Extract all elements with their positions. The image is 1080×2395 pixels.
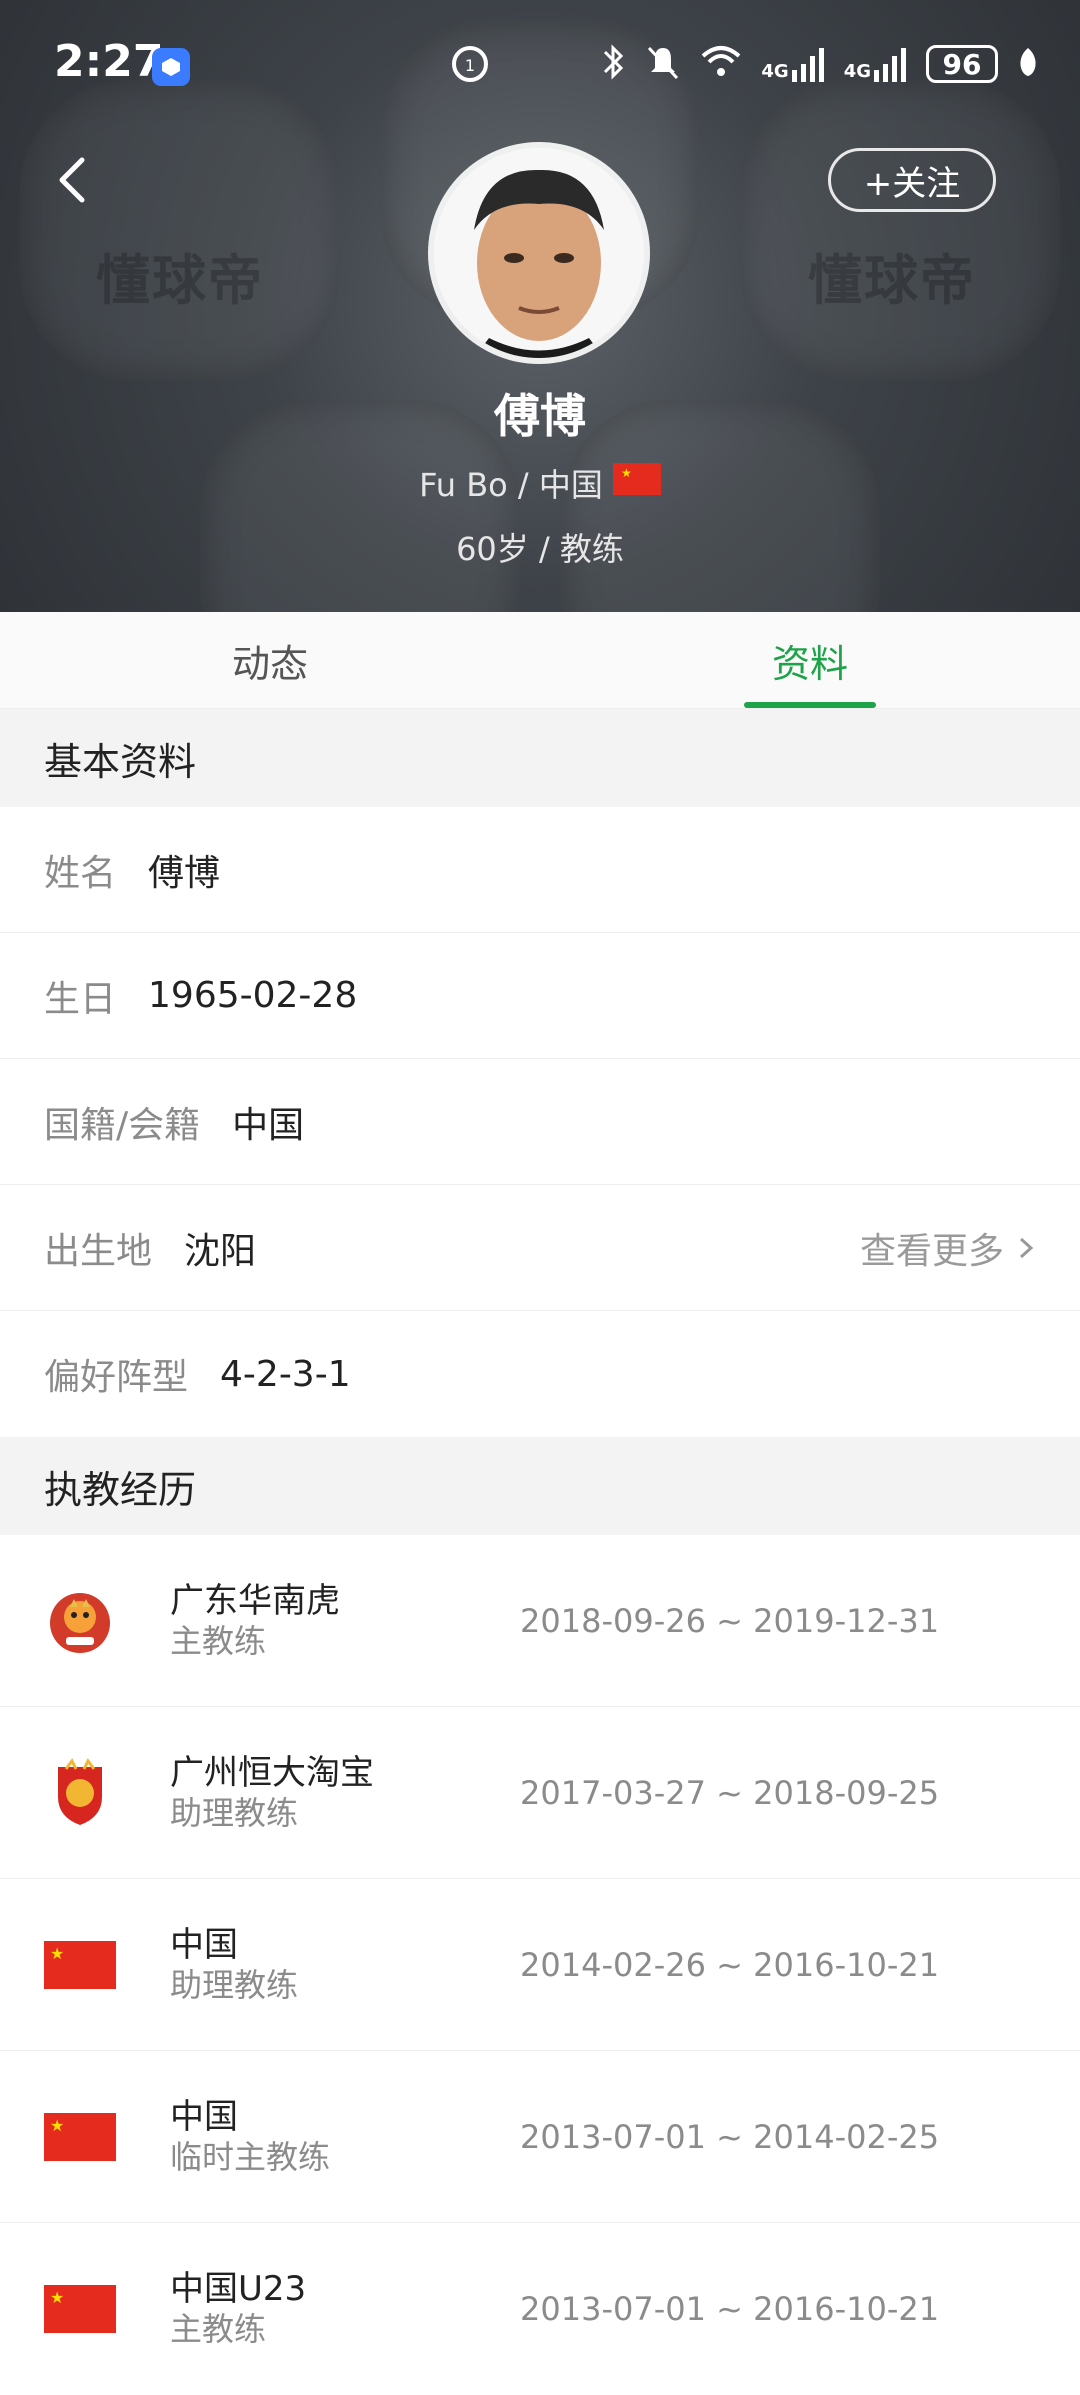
tab-bar: 动态 资料 [0,612,1080,709]
section-title-career: 执教经历 [0,1437,1080,1535]
status-icons: 4G 4G 96 [599,42,1040,86]
see-more-label: 查看更多 [859,1230,1004,1272]
career-item[interactable]: 广东华南虎 主教练 2018-09-26 ~ 2019-12-31 [0,1535,1080,1707]
svg-text:★: ★ [50,2288,64,2307]
career-dates: 2013-07-01 ~ 2014-02-25 [520,2117,940,2156]
back-button[interactable] [46,150,106,210]
svg-text:★: ★ [621,466,632,480]
info-row-nationality: 国籍/会籍 中国 [0,1059,1080,1185]
info-value: 沈阳 [184,1230,257,1272]
battery-indicator: 96 [926,45,998,83]
profile-subtitle: Fu Bo / 中国 ★ [0,460,1080,506]
info-row-birthplace[interactable]: 出生地 沈阳 查看更多 [0,1185,1080,1311]
career-team: 中国U23 [170,2269,307,2309]
bluetooth-icon [599,42,627,86]
watermark-logo-text: 懂球帝 [96,249,264,312]
info-value: 中国 [232,1104,305,1146]
profile-header: 懂球帝 懂球帝 2:27 1 4G 4G 96 +关注 傅博 Fu Bo / 中… [0,0,1080,612]
watermark-logo-text: 懂球帝 [808,249,976,312]
info-row-formation: 偏好阵型 4-2-3-1 [0,1311,1080,1437]
avatar [434,148,644,358]
info-label: 偏好阵型 [44,1357,189,1398]
career-item[interactable]: ★ 中国U23 主教练 2013-07-01 ~ 2016-10-21 [0,2223,1080,2395]
china-flag-icon: ★ [44,1929,116,2001]
career-role: 助理教练 [170,1965,299,2004]
wifi-icon [699,44,743,84]
network-type-label: 4G [843,61,871,82]
career-item[interactable]: 广州恒大淘宝 助理教练 2017-03-27 ~ 2018-09-25 [0,1707,1080,1879]
see-more-link[interactable]: 查看更多 [860,1222,1036,1274]
career-team: 广东华南虎 [170,1580,340,1621]
sync-icon: 1 [450,44,490,88]
info-value: 4-2-3-1 [220,1353,351,1395]
status-time: 2:27 [54,36,164,87]
career-team: 中国 [170,1924,238,1965]
tab-feed[interactable]: 动态 [0,612,540,708]
info-value: 傅博 [148,852,221,894]
career-item[interactable]: ★ 中国 助理教练 2014-02-26 ~ 2016-10-21 [0,1879,1080,2051]
china-flag-icon: ★ [44,2273,116,2345]
svg-text:★: ★ [50,1944,64,1963]
info-row-birthday: 生日 1965-02-28 [0,933,1080,1059]
career-dates: 2017-03-27 ~ 2018-09-25 [520,1773,940,1812]
info-value: 1965-02-28 [148,975,358,1016]
chevron-right-icon [1019,1237,1034,1258]
career-dates: 2013-07-01 ~ 2016-10-21 [520,2290,940,2328]
career-dates: 2014-02-26 ~ 2016-10-21 [520,1945,940,1984]
leaf-icon [1016,44,1040,84]
svg-text:★: ★ [50,2116,64,2135]
network-type-label: 4G [761,61,789,82]
career-role: 临时主教练 [170,2137,331,2176]
info-label: 生日 [44,978,117,1020]
profile-name: 傅博 [494,389,586,443]
active-tab-indicator [744,702,876,708]
tiger-club-crest-icon [44,1585,116,1657]
follow-button[interactable]: +关注 [828,148,996,212]
info-label: 出生地 [44,1230,153,1272]
info-row-name: 姓名 傅博 [0,807,1080,933]
tab-profile-info[interactable]: 资料 [540,612,1080,708]
career-team: 广州恒大淘宝 [170,1752,374,1793]
career-role: 助理教练 [170,1793,299,1832]
app-notification-icon [152,48,190,86]
svg-text:1: 1 [465,56,475,75]
chevron-left-icon [59,157,85,203]
info-label: 国籍/会籍 [44,1104,201,1146]
evergrande-crest-icon [44,1757,116,1829]
career-item[interactable]: ★ 中国 临时主教练 2013-07-01 ~ 2014-02-25 [0,2051,1080,2223]
signal-icon-1: 4G [761,46,825,82]
china-flag-icon: ★ [44,2101,116,2173]
career-role: 主教练 [170,1621,267,1660]
career-team: 中国 [170,2096,238,2137]
china-flag-icon: ★ [612,463,661,503]
mute-icon [645,42,681,86]
section-title-basic: 基本资料 [0,709,1080,807]
career-role: 主教练 [170,2310,267,2348]
career-dates: 2018-09-26 ~ 2019-12-31 [520,1601,940,1640]
info-label: 姓名 [44,852,117,894]
profile-subtitle-text: Fu Bo / 中国 [419,466,603,504]
status-bar: 2:27 1 4G 4G 96 [0,0,1080,130]
signal-icon-2: 4G [844,46,908,82]
profile-meta: 60岁 / 教练 [456,530,624,568]
